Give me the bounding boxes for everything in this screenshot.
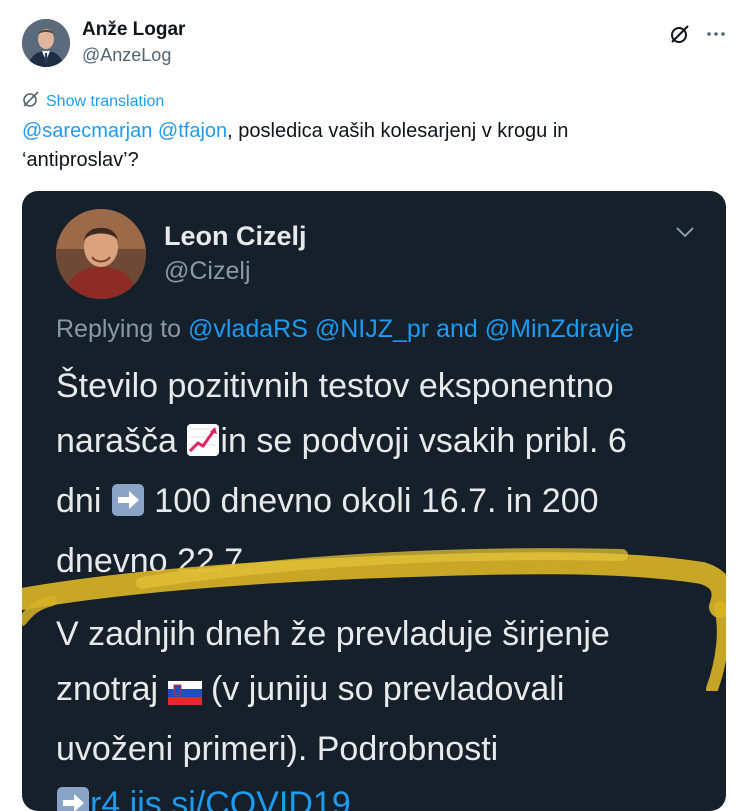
reply-mention-nijz: @NIJZ_pr bbox=[314, 315, 430, 343]
replying-to-label: Replying to bbox=[56, 315, 182, 343]
quoted-line: narašča bbox=[56, 422, 177, 460]
right-arrow-emoji bbox=[111, 479, 145, 534]
quoted-line: dnevno 22.7. bbox=[56, 542, 253, 580]
chevron-down-icon bbox=[674, 225, 696, 244]
quoted-replying-to: Replying to @vladaRS @NIJZ_pr and @MinZd… bbox=[56, 315, 634, 344]
right-arrow-emoji bbox=[56, 782, 90, 811]
tweet-text: @sarecmarjan @tfajon, posledica vaših ko… bbox=[22, 117, 662, 175]
author-name[interactable]: Anže Logar bbox=[82, 19, 185, 41]
quoted-line: Število pozitivnih testov eksponentno bbox=[56, 367, 614, 405]
chart-increasing-emoji bbox=[186, 419, 220, 474]
quoted-line: 100 dnevno okoli 16.7. in 200 bbox=[154, 482, 599, 520]
reply-mention-vladars: @vladaRS bbox=[188, 315, 308, 343]
show-translation-label: Show translation bbox=[46, 92, 165, 110]
tweet-text-line2: ‘antiproslav’? bbox=[22, 149, 139, 171]
reply-and: and bbox=[436, 315, 478, 343]
translate-icon bbox=[22, 90, 40, 113]
author-avatar[interactable] bbox=[22, 19, 70, 67]
quoted-avatar bbox=[56, 209, 146, 299]
quoted-line: (v juniju so prevladovali bbox=[210, 670, 565, 708]
quoted-tweet-body: Število pozitivnih testov eksponentno na… bbox=[56, 359, 706, 811]
quoted-author-name: Leon Cizelj bbox=[164, 221, 307, 251]
tweet-text-line1: , posledica vaših kolesarjenj v krogu in bbox=[227, 120, 569, 142]
quoted-paragraph-2: V zadnjih dneh že prevladuje širjenje zn… bbox=[56, 607, 706, 811]
quoted-author-handle: @Cizelj bbox=[164, 257, 251, 285]
slovenia-flag-emoji bbox=[167, 667, 202, 722]
quoted-line: V zadnjih dneh že prevladuje širjenje bbox=[56, 615, 610, 653]
mention-tfajon[interactable]: @tfajon bbox=[158, 120, 227, 142]
quoted-paragraph-1: Število pozitivnih testov eksponentno na… bbox=[56, 359, 706, 589]
quoted-line: uvoženi primeri). Podrobnosti bbox=[56, 730, 499, 768]
quoted-link: r4.jis.si/COVID19 bbox=[90, 785, 351, 811]
author-handle[interactable]: @AnzeLog bbox=[82, 45, 171, 66]
slash-circle-icon[interactable] bbox=[668, 22, 692, 46]
mention-sarecmarjan[interactable]: @sarecmarjan bbox=[22, 120, 152, 142]
quoted-line: dni bbox=[56, 482, 102, 520]
quoted-tweet-image[interactable]: Leon Cizelj @Cizelj Replying to @vladaRS… bbox=[22, 191, 726, 811]
more-horizontal-icon[interactable] bbox=[704, 22, 728, 46]
show-translation-link[interactable]: Show translation bbox=[22, 90, 164, 113]
quoted-line: in se podvoji vsakih pribl. 6 bbox=[220, 422, 627, 460]
quoted-line: znotraj bbox=[56, 670, 159, 708]
reply-mention-minzdravje: @MinZdravje bbox=[484, 315, 634, 343]
